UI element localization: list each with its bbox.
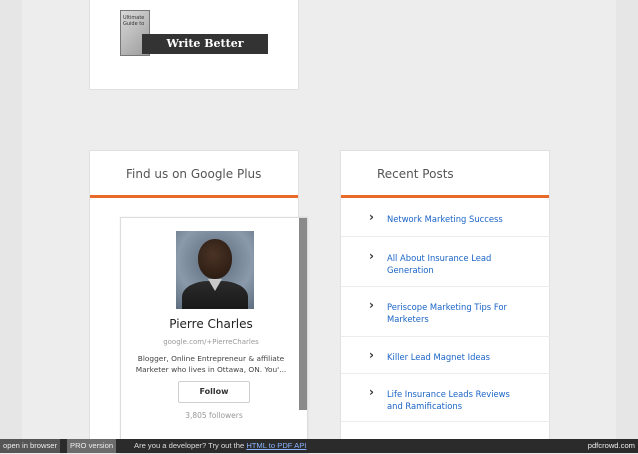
follow-button[interactable]: Follow (178, 381, 250, 403)
open-in-browser-link[interactable]: open in browser (0, 439, 61, 453)
profile-avatar[interactable] (176, 231, 254, 309)
pro-version-link[interactable]: PRO version (67, 439, 117, 453)
footer-promo: Are you a developer? Try out the HTML to… (134, 439, 306, 453)
html-to-pdf-api-link[interactable]: HTML to PDF API (246, 441, 306, 450)
profile-name[interactable]: Pierre Charles (121, 317, 301, 331)
recent-post-link[interactable]: Life Insurance Leads Reviews and Ramific… (387, 388, 527, 412)
chevron-right-icon: › (369, 348, 374, 362)
chevron-right-icon: › (369, 298, 374, 312)
google-plus-profile-card: Pierre Charles google.com/+PierreCharles… (120, 217, 308, 454)
recent-post-item: › Network Marketing Success (341, 198, 551, 237)
page-left-margin (0, 0, 22, 453)
recent-post-link[interactable]: Periscope Marketing Tips For Marketers (387, 301, 527, 325)
headline-ad-banner[interactable]: Ultimate Guide to Write Better Headlines (120, 10, 268, 70)
chevron-right-icon: › (369, 210, 374, 224)
pdfcrowd-brand-link[interactable]: pdfcrowd.com (588, 439, 635, 453)
footer-promo-text: Are you a developer? Try out the (134, 441, 245, 450)
widget-title-underline (90, 195, 298, 198)
recent-posts-widget-title: Recent Posts (377, 167, 454, 181)
recent-posts-widget: Recent Posts › Network Marketing Success… (340, 150, 551, 453)
google-plus-widget: Find us on Google Plus Pierre Charles go… (89, 150, 308, 454)
page-right-margin (616, 0, 638, 453)
chevron-right-icon: › (369, 385, 374, 399)
recent-post-link[interactable]: All About Insurance Lead Generation (387, 252, 527, 276)
ad-widget: Ultimate Guide to Write Better Headlines (89, 0, 299, 90)
ebook-cover-label: Ultimate Guide to (123, 15, 145, 27)
recent-post-link[interactable]: Killer Lead Magnet Ideas (387, 351, 527, 363)
recent-post-item: › All About Insurance Lead Generation (341, 237, 551, 287)
follower-count: 3,805 followers (185, 411, 243, 420)
ad-banner-text: Write Better Headlines (142, 34, 268, 70)
profile-url[interactable]: google.com/+PierreCharles (121, 338, 301, 346)
pdf-footer-bar: open in browser PRO version Are you a de… (0, 439, 638, 453)
profile-bio: Blogger, Online Entrepreneur & affiliate… (135, 354, 287, 374)
google-plus-widget-title: Find us on Google Plus (126, 167, 262, 181)
card-vertical-scrollbar[interactable] (299, 218, 307, 410)
recent-post-item: › Killer Lead Magnet Ideas (341, 337, 551, 374)
recent-post-item: › Periscope Marketing Tips For Marketers (341, 287, 551, 337)
recent-post-link[interactable]: Network Marketing Success (387, 213, 527, 225)
recent-post-item: › Life Insurance Leads Reviews and Ramif… (341, 374, 551, 422)
chevron-right-icon: › (369, 249, 374, 263)
